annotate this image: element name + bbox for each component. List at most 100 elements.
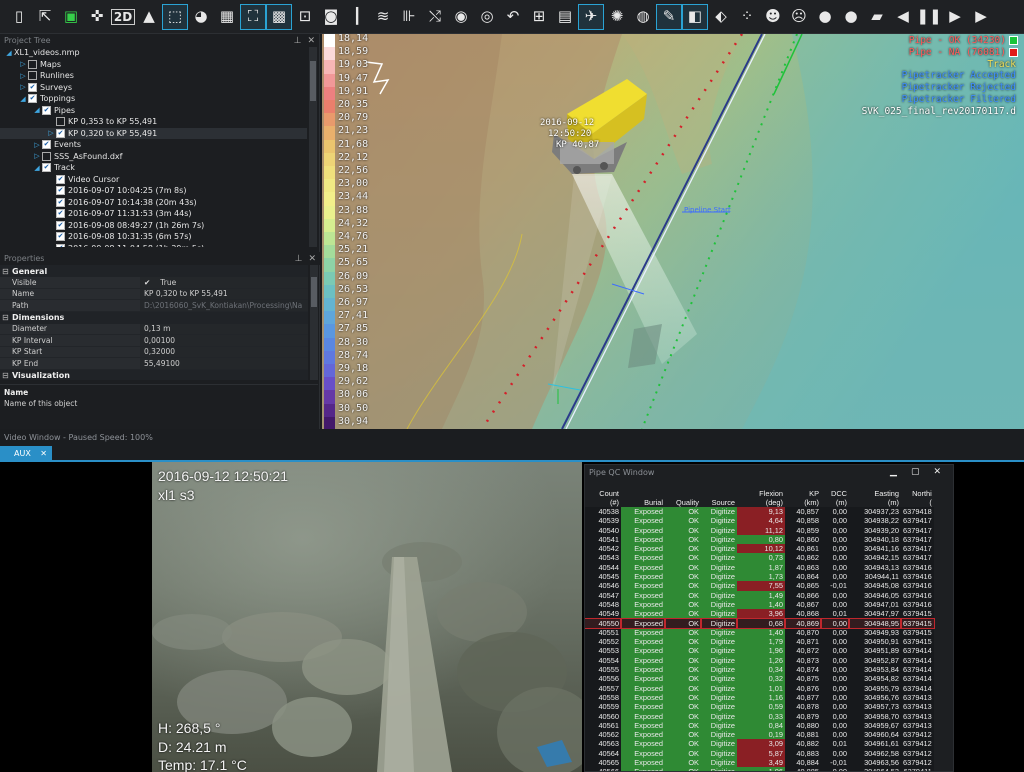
- visibility-checkbox[interactable]: ✔: [56, 220, 65, 230]
- table-row[interactable]: 40546 Exposed OK Digitize 7,55 40,865 -0,01 304…: [585, 581, 934, 591]
- table-row[interactable]: 40551 Exposed OK Digitize 1,40 40,870 0,00 3049…: [585, 627, 934, 638]
- table-row[interactable]: 40548 Exposed OK Digitize 1,40 40,867 0,00 3049…: [585, 599, 934, 610]
- table-row[interactable]: 40557 Exposed OK Digitize 1,01 40,876 0,00 3049…: [585, 683, 934, 693]
- property-row[interactable]: Visible ✔ True: [0, 277, 308, 289]
- visibility-checkbox[interactable]: ✔: [42, 140, 51, 150]
- property-row[interactable]: Path D:\2016060_SvK_Kontiakan\Processing\…: [0, 300, 308, 312]
- palette-icon[interactable]: ◍: [630, 4, 656, 30]
- table-row[interactable]: 40542 Exposed OK Digitize 10,12 40,861 0,00 304…: [585, 544, 934, 554]
- ruler-icon[interactable]: ┃: [344, 4, 370, 30]
- visibility-checkbox[interactable]: ✔: [56, 186, 65, 196]
- grid-icon[interactable]: ▦: [214, 4, 240, 30]
- open-folder-icon[interactable]: ⇱: [32, 4, 58, 30]
- tree-item[interactable]: ✔ 2016-09-08 08:49:27 (1h 26m 7s): [0, 220, 307, 232]
- tab-aux[interactable]: AUX ✕: [0, 446, 52, 460]
- tree-item[interactable]: ◢ ✔ Track: [0, 162, 307, 174]
- collapse-arrow-icon[interactable]: ◢: [32, 164, 42, 172]
- property-row[interactable]: Name KP 0,320 to KP 55,491: [0, 288, 308, 300]
- column-header[interactable]: Burial: [621, 479, 665, 507]
- pause-icon[interactable]: ❚❚: [916, 4, 942, 30]
- profile-icon[interactable]: ≋: [370, 4, 396, 30]
- table-row[interactable]: 40565 Exposed OK Digitize 3,49 40,884 -0,01 304…: [585, 758, 934, 768]
- expand-arrow-icon[interactable]: ▷: [32, 152, 42, 160]
- table-row[interactable]: 40550 Exposed OK Digitize 0,68 40,869 0,00 3049…: [585, 617, 935, 629]
- expand-arrow-icon[interactable]: ▷: [18, 60, 28, 68]
- tree-item[interactable]: ✔ Video Cursor: [0, 174, 307, 186]
- route-icon[interactable]: ⤭: [422, 4, 448, 30]
- visibility-checkbox[interactable]: ✔: [56, 197, 65, 207]
- tab-close-icon[interactable]: ✕: [40, 449, 47, 458]
- collapse-arrow-icon[interactable]: ◢: [18, 95, 28, 103]
- face-1-icon[interactable]: ☻: [760, 4, 786, 30]
- north-arrow-icon[interactable]: ▲: [136, 4, 162, 30]
- prev-frame-icon[interactable]: ◀: [890, 4, 916, 30]
- tree-item[interactable]: ▷ ✔ Surveys: [0, 82, 307, 94]
- collapse-arrow-icon[interactable]: ◢: [4, 49, 14, 57]
- tree-item[interactable]: KP 0,353 to KP 55,491: [0, 116, 307, 128]
- column-header[interactable]: Easting (m): [849, 479, 901, 507]
- property-category[interactable]: ⊟ General: [0, 265, 308, 277]
- column-header[interactable]: KP (km): [785, 479, 821, 507]
- tree-item[interactable]: ✔ 2016-09-08 10:31:35 (6m 57s): [0, 231, 307, 243]
- expand-arrow-icon[interactable]: ▷: [18, 83, 28, 91]
- property-row[interactable]: Diameter 0,13 m: [0, 323, 308, 335]
- collapse-icon[interactable]: ⊟: [2, 371, 12, 380]
- close-icon[interactable]: ✕: [308, 254, 316, 264]
- property-category[interactable]: ⊟ Dimensions: [0, 311, 308, 324]
- property-value[interactable]: D:\2016060_SvK_Kontiakan\Processing\Na: [140, 300, 308, 311]
- table-row[interactable]: 40560 Exposed OK Digitize 0,33 40,879 0,00 3049…: [585, 711, 934, 721]
- table-row[interactable]: 40545 Exposed OK Digitize 1,73 40,864 0,00 3049…: [585, 572, 934, 582]
- collapse-icon[interactable]: ⊟: [2, 313, 12, 322]
- checkmark-icon[interactable]: ✔: [144, 278, 150, 287]
- tree-item[interactable]: ✔ 2016-09-07 10:04:25 (7m 8s): [0, 185, 307, 197]
- remove-point-icon[interactable]: ●: [838, 4, 864, 30]
- collapse-icon[interactable]: ⊟: [2, 267, 12, 276]
- table-row[interactable]: 40556 Exposed OK Digitize 0,32 40,875 0,00 3049…: [585, 674, 934, 684]
- layers-icon[interactable]: ◕: [188, 4, 214, 30]
- expand-arrow-icon[interactable]: ▷: [32, 141, 42, 149]
- visibility-checkbox[interactable]: ✔: [56, 209, 65, 219]
- visibility-checkbox[interactable]: ✔: [56, 232, 65, 242]
- column-header[interactable]: Count (#): [585, 479, 621, 507]
- property-row[interactable]: KP Start 0,32000: [0, 346, 308, 358]
- table-row[interactable]: 40564 Exposed OK Digitize 5,87 40,883 0,00 3049…: [585, 748, 934, 759]
- tree-item[interactable]: ◢ ✔ Toppings: [0, 93, 307, 105]
- 3d-viewport[interactable]: 18,14 18,59 19,03 19,47 19,91 20,35 20,79 21,23…: [322, 34, 1024, 429]
- tree-item[interactable]: ✔2016-09-08 11:04:58 (1h 29m 5s): [0, 243, 307, 247]
- property-value[interactable]: 55,49100: [140, 358, 308, 369]
- column-header[interactable]: Quality: [665, 479, 701, 507]
- table-row[interactable]: 40541 Exposed OK Digitize 0,80 40,860 0,00 3049…: [585, 534, 934, 545]
- play-icon[interactable]: ▶: [942, 4, 968, 30]
- table-row[interactable]: 40554 Exposed OK Digitize 1,26 40,873 0,00 3049…: [585, 655, 934, 666]
- visibility-checkbox[interactable]: ✔: [56, 128, 65, 138]
- maximize-icon[interactable]: ▢: [911, 467, 920, 477]
- visibility-checkbox[interactable]: ✔: [28, 82, 37, 92]
- tree-item[interactable]: ◢ XL1_videos.nmp: [0, 47, 307, 59]
- column-header[interactable]: DCC (m): [821, 479, 849, 507]
- clapper-icon[interactable]: ▰: [864, 4, 890, 30]
- tree-scrollbar[interactable]: [309, 47, 317, 247]
- expand-arrow-icon[interactable]: ▷: [18, 72, 28, 80]
- visibility-checkbox[interactable]: ✔: [42, 163, 51, 173]
- table-row[interactable]: 40552 Exposed OK Digitize 1,79 40,871 0,00 3049…: [585, 637, 934, 647]
- tree-item[interactable]: ◢ ✔ Pipes: [0, 105, 307, 117]
- expand-arrow-icon[interactable]: ▷: [46, 129, 56, 137]
- table-row[interactable]: 40539 Exposed OK Digitize 4,64 40,858 0,00 3049…: [585, 516, 934, 526]
- pin-icon[interactable]: ⊥: [295, 254, 303, 264]
- tag-icon[interactable]: ⬖: [708, 4, 734, 30]
- tree-item[interactable]: ✔ 2016-09-07 10:14:38 (20m 43s): [0, 197, 307, 209]
- 2d-view-button[interactable]: 2D: [110, 4, 136, 30]
- 3d-cube-icon[interactable]: ⬚: [162, 3, 188, 30]
- tree-item[interactable]: ✔ 2016-09-07 11:31:53 (3m 44s): [0, 208, 307, 220]
- pin-add-icon[interactable]: ◎: [474, 4, 500, 30]
- property-category[interactable]: ⊟ Visualization: [0, 369, 308, 380]
- visibility-checkbox[interactable]: [28, 71, 37, 81]
- visibility-checkbox[interactable]: [42, 151, 51, 161]
- table-row[interactable]: 40559 Exposed OK Digitize 0,59 40,878 0,00 3049…: [585, 702, 934, 712]
- video-frame[interactable]: 2016-09-12 12:50:21 xl1 s3 H: 268,5 ° D:…: [152, 462, 582, 772]
- airplane-icon[interactable]: ✈: [578, 3, 604, 30]
- property-value[interactable]: 0,32000: [140, 346, 308, 357]
- visibility-checkbox[interactable]: ✔: [56, 174, 65, 184]
- column-header[interactable]: Flexion (deg): [737, 479, 785, 507]
- property-value[interactable]: ✔ True: [140, 277, 308, 288]
